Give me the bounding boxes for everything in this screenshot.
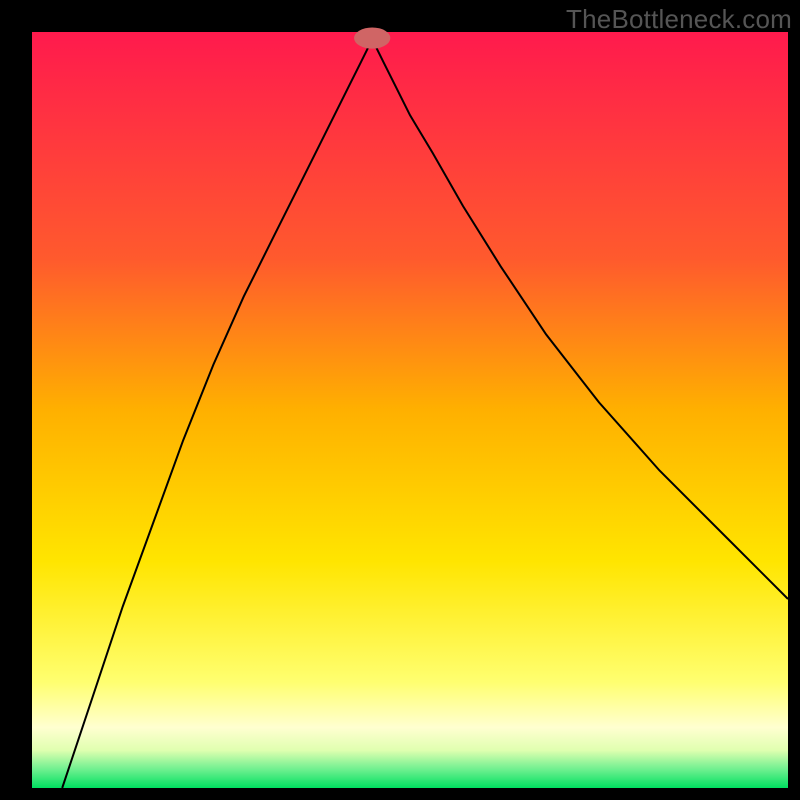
chart-container: TheBottleneck.com [0,0,800,800]
watermark-text: TheBottleneck.com [566,4,792,35]
chart-svg [0,0,800,800]
bottleneck-min-marker [354,27,390,48]
chart-plot-area [32,32,788,788]
